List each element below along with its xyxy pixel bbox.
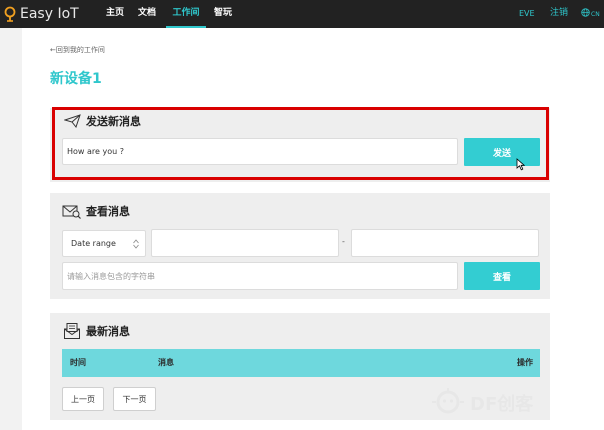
highlight-frame: [52, 107, 549, 180]
end-date-input[interactable]: [351, 229, 539, 257]
column-time: 时间: [70, 358, 86, 367]
cloud-logo-icon: [3, 6, 17, 22]
view-messages-title: 查看消息: [86, 205, 130, 218]
nav-docs[interactable]: 文档: [138, 0, 156, 28]
view-button[interactable]: 查看: [464, 262, 540, 290]
chevron-updown-icon: [133, 239, 139, 251]
date-range-select[interactable]: Date range: [62, 230, 146, 257]
top-navigation-bar: Easy IoT 主页 文档 工作间 智玩 EVE 注销 CN: [0, 0, 604, 28]
logo[interactable]: Easy IoT: [3, 5, 79, 23]
inbox-icon: [63, 322, 86, 340]
page-title: 新设备1: [50, 71, 102, 87]
view-messages-heading: 查看消息: [62, 203, 130, 219]
latest-messages-heading: 最新消息: [63, 322, 130, 340]
logout-link[interactable]: 注销: [550, 0, 568, 28]
prev-page-button[interactable]: 上一页: [62, 387, 104, 411]
logo-text: Easy IoT: [20, 6, 79, 22]
date-range-label: Date range: [71, 239, 116, 248]
language-label: CN: [591, 10, 600, 18]
column-message: 消息: [158, 358, 174, 367]
language-switch[interactable]: CN: [581, 0, 600, 28]
nav-play[interactable]: 智玩: [214, 0, 232, 28]
next-page-button[interactable]: 下一页: [113, 387, 156, 411]
watermark: DF创客: [430, 386, 533, 420]
mouse-cursor-icon: [516, 156, 526, 175]
user-name[interactable]: EVE: [519, 0, 535, 28]
latest-messages-title: 最新消息: [86, 325, 130, 338]
search-input[interactable]: 请输入消息包含的字符串: [62, 262, 458, 290]
left-margin: [0, 28, 22, 430]
start-date-input[interactable]: [151, 229, 339, 257]
globe-icon: [581, 1, 590, 28]
nav-workspace[interactable]: 工作间: [166, 0, 206, 28]
mail-search-icon: [62, 204, 86, 219]
robot-logo-icon: [430, 386, 466, 420]
nav-home[interactable]: 主页: [106, 0, 124, 28]
messages-table-header: 时间 消息 操作: [62, 349, 540, 377]
back-to-workspace-link[interactable]: ←回到我的工作间: [50, 45, 105, 55]
watermark-text: DF创客: [470, 394, 534, 415]
column-action: 操作: [517, 358, 533, 367]
date-separator: -: [342, 237, 345, 246]
